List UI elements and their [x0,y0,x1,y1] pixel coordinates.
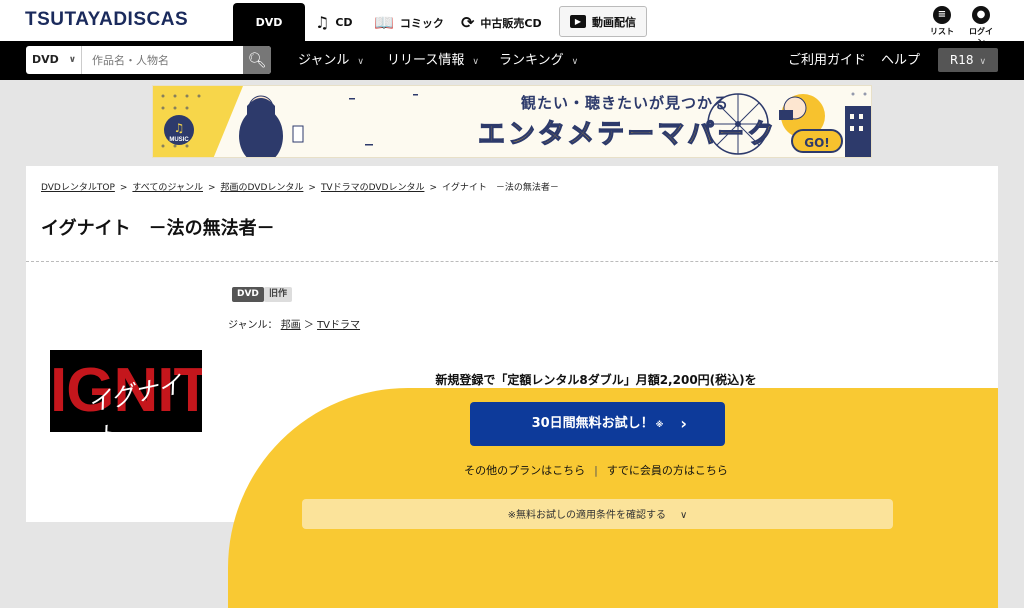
page-title: イグナイト －法の無法者－ [41,218,275,239]
recycle-icon: ⟳ [461,12,475,32]
nav-genre[interactable]: ジャンル ∨ [298,41,364,80]
genre-row: ジャンル： 邦画 ＞ TVドラマ [228,316,360,331]
tab-video-streaming[interactable]: ▶ 動画配信 [559,6,647,37]
breadcrumb-link[interactable]: DVDレンタルTOP [41,183,115,193]
title-jacket-image[interactable]: IGNITE イグナイト [50,350,202,432]
list-icon: ≡ [933,6,951,24]
tab-dvd-label: DVD [255,15,283,29]
free-trial-note: ※ [655,420,664,429]
chevron-down-icon: ∨ [979,57,987,67]
site-logo[interactable]: TSUTAYADISCAS [25,9,188,31]
breadcrumb-link[interactable]: TVドラマのDVDレンタル [321,183,425,193]
music-note-icon: ♫ [315,12,330,32]
list-label: リスト [930,27,954,36]
tab-comic[interactable]: 📖 コミック [374,4,444,41]
search-input[interactable] [84,46,242,74]
trial-conditions-label: ※無料お試しの適用条件を確認する [507,510,667,521]
r18-label: R18 [949,53,974,67]
breadcrumb-separator: > [429,183,437,193]
nav-help[interactable]: ヘルプ [881,41,920,80]
genre-separator: ＞ [303,320,314,331]
search-icon: 🔍︎ [247,51,267,69]
nav-genre-label: ジャンル [298,53,350,68]
promo-banner[interactable]: MUSIC ♫ 観たい・聴きたいが見つかる エンタメテーマパーク GO! [152,85,872,158]
list-button[interactable]: ≡ リスト [927,6,957,37]
play-icon: ▶ [570,15,586,28]
status-badge: 旧作 [264,287,293,302]
banner-go-button[interactable]: GO! [791,129,843,153]
tab-dvd[interactable]: DVD [233,3,305,41]
tab-cd[interactable]: ♫ CD [315,4,353,41]
divider [26,261,998,262]
top-header: TSUTAYADISCAS DVD ♫ CD 📖 コミック ⟳ 中古販売CD ▶… [0,0,1024,47]
genre-link[interactable]: 邦画 [281,320,301,331]
member-login-link[interactable]: すでに会員の方はこちら [607,464,728,477]
promo-text: 新規登録で「定額レンタル8ダブル」月額2,200円(税込)を [435,373,757,387]
search-box: DVD ∨ 🔍︎ [26,46,271,74]
svg-text:♫: ♫ [174,121,185,135]
tab-used-cd[interactable]: ⟳ 中古販売CD [461,4,542,41]
nav-bar: DVD ∨ 🔍︎ ジャンル ∨ リリース情報 ∨ ランキング ∨ ご利用ガイド ヘルプ… [0,41,1024,80]
breadcrumb-link[interactable]: 邦画のDVDレンタル [221,183,304,193]
search-category-select[interactable]: DVD ∨ [26,46,82,74]
tab-used-cd-label: 中古販売CD [480,16,542,30]
title-detail-card: DVDレンタルTOP > すべてのジャンル > 邦画のDVDレンタル > TVドラマのDVD… [26,166,998,608]
trial-conditions-toggle[interactable]: ※無料お試しの適用条件を確認する ∨ [302,499,893,529]
breadcrumb-separator: > [207,183,216,193]
chevron-right-icon: › [680,414,687,433]
plan-links: その他のプランはこちら | すでに会員の方はこちら [356,462,836,478]
book-icon: 📖 [374,12,394,32]
breadcrumb-link[interactable]: すべてのジャンル [132,183,203,193]
banner-title: エンタメテーマパーク [477,118,778,150]
breadcrumb-separator: > [119,183,128,193]
other-plans-link[interactable]: その他のプランはこちら [464,464,585,477]
link-divider: | [594,464,598,477]
breadcrumb-separator: > [308,183,316,193]
r18-button[interactable]: R18 ∨ [938,48,998,72]
genre-link[interactable]: TVドラマ [317,320,360,331]
music-badge: MUSIC [169,137,189,143]
chevron-down-icon: ∨ [68,55,76,65]
breadcrumb: DVDレンタルTOP > すべてのジャンル > 邦画のDVDレンタル > TVドラマのDVD… [41,180,559,193]
chevron-down-icon: ∨ [357,57,364,67]
free-trial-button[interactable]: 30日間無料お試し！ ※ › [470,402,725,446]
nav-guide[interactable]: ご利用ガイド [788,41,866,80]
chevron-down-icon: ∨ [571,57,579,67]
nav-release[interactable]: リリース情報 ∨ [387,41,479,80]
breadcrumb-current: イグナイト －法の無法者－ [442,183,559,193]
tab-comic-label: コミック [399,16,444,30]
nav-ranking[interactable]: ランキング ∨ [499,41,578,80]
search-category-value: DVD [32,53,59,66]
chevron-down-icon: ∨ [680,510,688,521]
nav-ranking-label: ランキング [499,53,564,68]
tab-cd-label: CD [335,16,353,29]
format-badge: DVD [232,287,264,302]
tab-video-label: 動画配信 [592,15,636,29]
free-trial-label: 30日間無料お試し！ [531,416,654,431]
banner-subtitle: 観たい・聴きたいが見つかる [521,94,730,112]
chevron-down-icon: ∨ [472,57,479,67]
nav-release-label: リリース情報 [387,53,465,68]
search-button[interactable]: 🔍︎ [243,46,271,74]
genre-label: ジャンル： [228,320,278,331]
user-icon: ● [972,6,990,24]
